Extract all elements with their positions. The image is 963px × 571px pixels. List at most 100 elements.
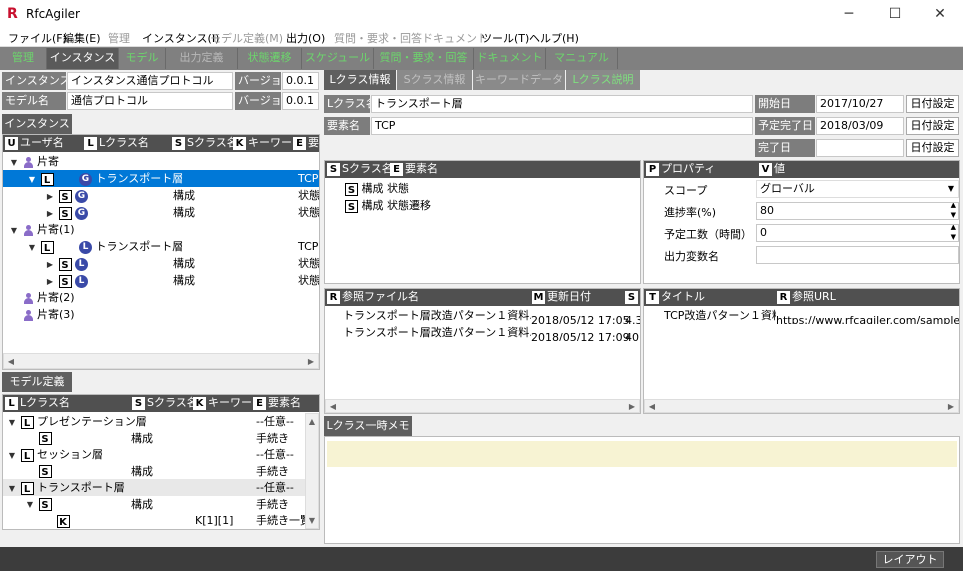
instance-tree-row[interactable]: ▼ L L トランスポート層 TCP <box>3 238 319 255</box>
scroll-left-icon[interactable]: ◀ <box>4 354 18 369</box>
toolbar-instance[interactable]: インスタンス <box>47 48 119 69</box>
instance-version-field[interactable]: 0.0.1 <box>282 72 319 90</box>
scroll-right-icon[interactable]: ▶ <box>944 399 958 414</box>
sclass-row[interactable]: S 構成 状態遷移 <box>345 197 431 214</box>
expand-right-icon[interactable]: ▶ <box>45 273 55 290</box>
mcol-element[interactable]: 要素名 <box>268 396 301 409</box>
menu-document[interactable]: ドキュメント <box>422 30 488 46</box>
ref-files-hscrollbar[interactable]: ◀ ▶ <box>325 399 640 413</box>
scol-sclass[interactable]: Sクラス名 <box>342 161 393 177</box>
ucol-url[interactable]: 参照URL <box>792 290 836 303</box>
maximize-button[interactable]: ☐ <box>872 0 918 29</box>
instance-tree-row[interactable]: ▶ S G 構成 状態 <box>3 204 319 221</box>
model-tree-row[interactable]: ▼ L プレゼンテーション層 --任意-- <box>3 413 305 430</box>
model-version-field[interactable]: 0.0.1 <box>282 92 319 110</box>
instance-name-field[interactable]: インスタンス通信プロトコル <box>67 72 233 90</box>
tab-model-def[interactable]: モデル定義 <box>2 372 72 392</box>
ref-file-row[interactable]: トランスポート層改造パターン１資料.txt2018/05/12 17:0940 <box>343 324 640 341</box>
ucol-title[interactable]: タイトル <box>661 289 775 305</box>
expand-right-icon[interactable]: ▶ <box>45 188 55 205</box>
model-tree-row[interactable]: ▼ S 構成 手続き <box>3 496 305 513</box>
expand-down-icon[interactable]: ▼ <box>7 414 17 431</box>
stepper-icon[interactable]: ▲ ▼ <box>951 203 956 219</box>
tab-lclass-desc[interactable]: Lクラス説明 <box>566 70 640 90</box>
sclass-row[interactable]: S 構成 状態 <box>345 180 409 197</box>
expand-down-icon[interactable]: ▼ <box>7 447 17 464</box>
tab-sclass-info[interactable]: Sクラス情報 <box>397 70 472 90</box>
menu-help[interactable]: ヘルプ(H) <box>529 30 579 46</box>
close-button[interactable]: ✕ <box>917 0 963 29</box>
ref-file-row[interactable]: トランスポート層改造パターン１資料.docx2018/05/12 17:054.… <box>343 307 640 324</box>
tab-lclass-info[interactable]: Lクラス情報 <box>324 70 396 90</box>
toolbar-schedule[interactable]: スケジュール <box>302 48 374 69</box>
done-date-set-button[interactable]: 日付設定 <box>906 139 959 157</box>
expand-down-icon[interactable]: ▼ <box>27 239 37 256</box>
expand-right-icon[interactable]: ▶ <box>45 205 55 222</box>
tab-keyword-data[interactable]: キーワードデータ <box>473 70 565 90</box>
instance-tree-row[interactable]: ▼ 片寄 <box>3 153 319 170</box>
col-lclass-name[interactable]: Lクラス名 <box>99 135 170 151</box>
minimize-button[interactable]: ─ <box>826 0 872 29</box>
menu-qa[interactable]: 質問・要求・回答 <box>334 30 422 46</box>
expand-down-icon[interactable]: ▼ <box>7 480 17 497</box>
ref-urls-hscrollbar[interactable]: ◀ ▶ <box>644 399 959 413</box>
mcol-sclass-name[interactable]: Sクラス名 <box>147 395 198 411</box>
scol-element[interactable]: 要素名 <box>405 162 438 175</box>
col-user-name[interactable]: ユーザ名 <box>20 135 82 151</box>
start-date-set-button[interactable]: 日付設定 <box>906 95 959 113</box>
toolbar-manual[interactable]: マニュアル <box>546 48 618 69</box>
instance-tree-row[interactable]: 片寄(3) <box>3 306 319 323</box>
due-date-set-button[interactable]: 日付設定 <box>906 117 959 135</box>
toolbar-admin[interactable]: 管理 <box>0 48 47 69</box>
col-keyword[interactable]: キーワード <box>248 135 303 151</box>
element-name-field[interactable]: TCP <box>371 117 753 135</box>
model-tree-row[interactable]: ▼ L セッション層 --任意-- <box>3 446 305 463</box>
model-tree-row[interactable]: S 構成 手続き <box>3 430 305 447</box>
col-sclass-name[interactable]: Sクラス名 <box>187 135 238 151</box>
memo-textarea[interactable] <box>327 441 957 467</box>
output-var-field[interactable] <box>756 246 959 264</box>
model-tree-row[interactable]: ▼ L トランスポート層 --任意-- <box>3 479 305 496</box>
chevron-down-icon[interactable]: ▼ <box>948 181 954 197</box>
model-vscrollbar[interactable]: ▲ ▼ <box>305 413 319 529</box>
menu-file[interactable]: ファイル(F) <box>8 30 67 46</box>
instance-tree-row[interactable]: 片寄(2) <box>3 289 319 306</box>
model-name-field[interactable]: 通信プロトコル <box>67 92 233 110</box>
instance-hscrollbar[interactable]: ◀ ▶ <box>3 353 319 369</box>
model-tree-row[interactable]: S 構成 手続き <box>3 463 305 480</box>
toolbar-qa[interactable]: 質問・要求・回答 <box>374 48 474 69</box>
col-element[interactable]: 要 <box>308 136 319 149</box>
scope-select[interactable]: グローバル ▼ <box>756 180 959 198</box>
menu-instance[interactable]: インスタンス(I) <box>142 30 219 46</box>
scroll-left-icon[interactable]: ◀ <box>326 399 340 414</box>
expand-down-icon[interactable]: ▼ <box>25 496 35 513</box>
scroll-right-icon[interactable]: ▶ <box>625 399 639 414</box>
toolbar-state-transition[interactable]: 状態遷移 <box>238 48 302 69</box>
toolbar-output-def[interactable]: 出力定義 <box>166 48 238 69</box>
scroll-right-icon[interactable]: ▶ <box>304 354 318 369</box>
expand-down-icon[interactable]: ▼ <box>27 171 37 188</box>
ref-url-row[interactable]: TCP改造パターン１資料https://www.rfcagiler.com/sa… <box>664 307 959 324</box>
progress-stepper[interactable]: 80 ▲ ▼ <box>756 202 959 220</box>
layout-button[interactable]: レイアウト <box>876 551 944 568</box>
scroll-up-icon[interactable]: ▲ <box>306 414 318 429</box>
menu-model-def[interactable]: モデル定義(M) <box>210 30 283 46</box>
rcol-filename[interactable]: 参照ファイル名 <box>342 289 530 305</box>
instance-tree-row[interactable]: ▼ 片寄(1) <box>3 221 319 238</box>
menu-admin[interactable]: 管理 <box>108 30 130 46</box>
instance-tree-row[interactable]: ▶ S G 構成 状態 <box>3 187 319 204</box>
ref-url-link[interactable]: https://www.rfcagiler.com/sample/inst <box>776 314 959 324</box>
menu-output[interactable]: 出力(O) <box>286 30 325 46</box>
toolbar-document[interactable]: ドキュメント <box>474 48 546 69</box>
menu-tools[interactable]: ツール(T) <box>481 30 529 46</box>
start-date-field[interactable]: 2017/10/27 <box>816 95 904 113</box>
mcol-lclass-name[interactable]: Lクラス名 <box>20 395 130 411</box>
expand-right-icon[interactable]: ▶ <box>45 256 55 273</box>
menu-edit[interactable]: 編集(E) <box>63 30 101 46</box>
scroll-left-icon[interactable]: ◀ <box>645 399 659 414</box>
scroll-down-icon[interactable]: ▼ <box>306 513 318 528</box>
planned-hours-stepper[interactable]: 0 ▲ ▼ <box>756 224 959 242</box>
pcol-property[interactable]: プロパティ <box>661 161 757 177</box>
tab-instance[interactable]: インスタンス <box>2 114 72 134</box>
lclass-name-field[interactable]: トランスポート層 <box>371 95 753 113</box>
